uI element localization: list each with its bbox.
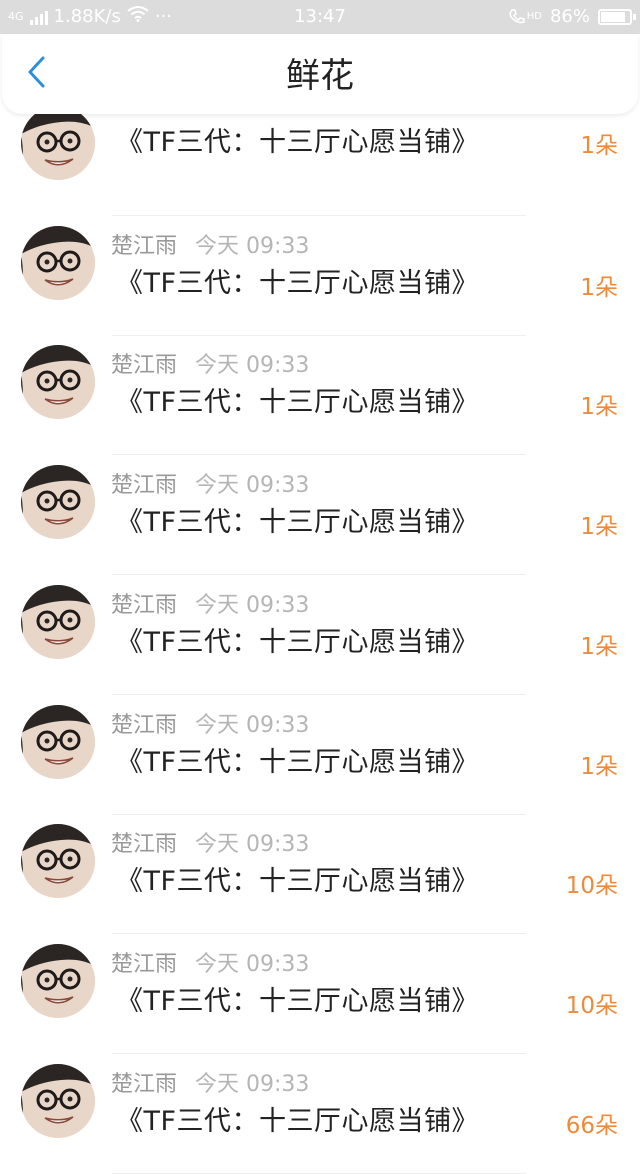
book-title: 《TF三代：十三厅心愿当铺》 (116, 866, 480, 897)
book-title: 《TF三代：十三厅心愿当铺》 (116, 507, 480, 538)
book-title: 《TF三代：十三厅心愿当铺》 (116, 627, 480, 658)
list-item[interactable]: 楚江雨 今天 09:33 《TF三代：十三厅心愿当铺》 1朵 (0, 575, 640, 695)
flower-count: 1朵 (580, 514, 618, 540)
sender-name[interactable]: 楚江雨 (111, 473, 177, 498)
avatar[interactable] (21, 345, 95, 419)
sender-name[interactable]: 楚江雨 (111, 593, 177, 618)
avatar[interactable] (21, 465, 95, 539)
timestamp: 今天 09:33 (195, 713, 310, 738)
sender-name[interactable]: 楚江雨 (111, 353, 177, 378)
item-meta: 楚江雨 今天 09:33 (111, 946, 309, 978)
avatar[interactable] (21, 106, 95, 180)
flower-count: 1朵 (580, 275, 618, 301)
flower-count: 10朵 (565, 993, 618, 1019)
item-meta: 楚江雨 今天 09:33 (111, 347, 309, 379)
item-meta: 楚江雨 今天 09:33 (111, 1066, 309, 1098)
list-item[interactable]: 楚江雨 今天 09:33 《TF三代：十三厅心愿当铺》 1朵 (0, 335, 640, 455)
sender-name[interactable]: 楚江雨 (111, 234, 177, 259)
list-item[interactable]: 楚江雨 今天 09:33 《TF三代：十三厅心愿当铺》 10朵 (0, 934, 640, 1054)
sender-name[interactable]: 楚江雨 (111, 713, 177, 738)
timestamp: 今天 09:33 (195, 593, 310, 618)
flower-count: 1朵 (580, 133, 618, 159)
list-item[interactable]: 楚江雨 今天 09:33 《TF三代：十三厅心愿当铺》 66朵 (0, 1054, 640, 1174)
timestamp: 今天 09:33 (195, 473, 310, 498)
flower-count: 10朵 (565, 873, 618, 899)
list-item[interactable]: 楚江雨 今天 09:33 《TF三代：十三厅心愿当铺》 1朵 (0, 695, 640, 815)
sender-name[interactable]: 楚江雨 (111, 1072, 177, 1097)
flower-count: 1朵 (580, 754, 618, 780)
book-title: 《TF三代：十三厅心愿当铺》 (116, 387, 480, 418)
flower-count: 1朵 (580, 634, 618, 660)
avatar[interactable] (21, 705, 95, 779)
timestamp: 今天 09:33 (195, 1072, 310, 1097)
item-meta: 楚江雨 今天 09:33 (111, 228, 309, 260)
sender-name[interactable]: 楚江雨 (111, 952, 177, 977)
timestamp: 今天 09:33 (195, 353, 310, 378)
avatar[interactable] (21, 1064, 95, 1138)
nav-bar: 鲜花 (2, 34, 638, 114)
avatar[interactable] (21, 226, 95, 300)
list-item[interactable]: 楚江雨 今天 09:33 《TF三代：十三厅心愿当铺》 10朵 (0, 814, 640, 934)
timestamp: 今天 09:33 (195, 234, 310, 259)
flower-count: 66朵 (565, 1113, 618, 1139)
item-meta: 楚江雨 今天 09:33 (111, 826, 309, 858)
book-title: 《TF三代：十三厅心愿当铺》 (116, 127, 480, 158)
book-title: 《TF三代：十三厅心愿当铺》 (116, 986, 480, 1017)
book-title: 《TF三代：十三厅心愿当铺》 (116, 268, 480, 299)
timestamp: 今天 09:33 (195, 952, 310, 977)
avatar[interactable] (21, 585, 95, 659)
list-item[interactable]: 楚江雨 今天 09:33 《TF三代：十三厅心愿当铺》 1朵 (0, 455, 640, 575)
flower-record-list[interactable]: 《TF三代：十三厅心愿当铺》 1朵 楚江雨 今天 09:33 《TF三代：十三厅心愿当铺… (0, 0, 640, 1174)
item-meta: 楚江雨 今天 09:33 (111, 467, 309, 499)
item-meta: 楚江雨 今天 09:33 (111, 707, 309, 739)
item-meta: 楚江雨 今天 09:33 (111, 587, 309, 619)
timestamp: 今天 09:33 (195, 832, 310, 857)
book-title: 《TF三代：十三厅心愿当铺》 (116, 747, 480, 778)
page-title: 鲜花 (286, 56, 354, 96)
flower-count: 1朵 (580, 394, 618, 420)
list-item[interactable]: 楚江雨 今天 09:33 《TF三代：十三厅心愿当铺》 1朵 (0, 216, 640, 336)
sender-name[interactable]: 楚江雨 (111, 832, 177, 857)
avatar[interactable] (21, 944, 95, 1018)
book-title: 《TF三代：十三厅心愿当铺》 (116, 1106, 480, 1137)
avatar[interactable] (21, 824, 95, 898)
